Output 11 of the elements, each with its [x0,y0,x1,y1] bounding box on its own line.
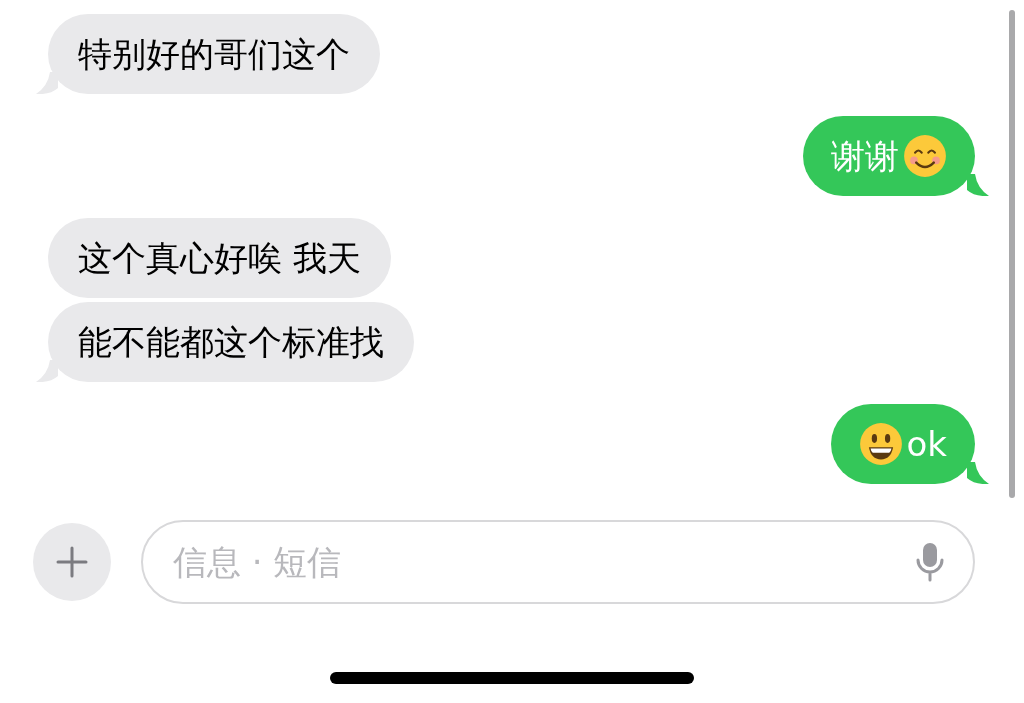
message-text: 这个真心好唉 我天 [78,236,361,280]
microphone-icon[interactable] [915,542,945,582]
message-field[interactable]: 信息 · 短信 [141,520,975,604]
smiley-icon [858,422,903,466]
message-input[interactable]: 信息 · 短信 [171,535,915,589]
plus-icon [56,546,88,578]
message-text: 谢谢 [831,134,899,178]
message-text: ok [906,422,947,466]
message-text: 能不能都这个标准找 [78,320,384,364]
message-text: 特别好的哥们这个 [78,32,350,76]
smiley-icon [903,134,947,178]
